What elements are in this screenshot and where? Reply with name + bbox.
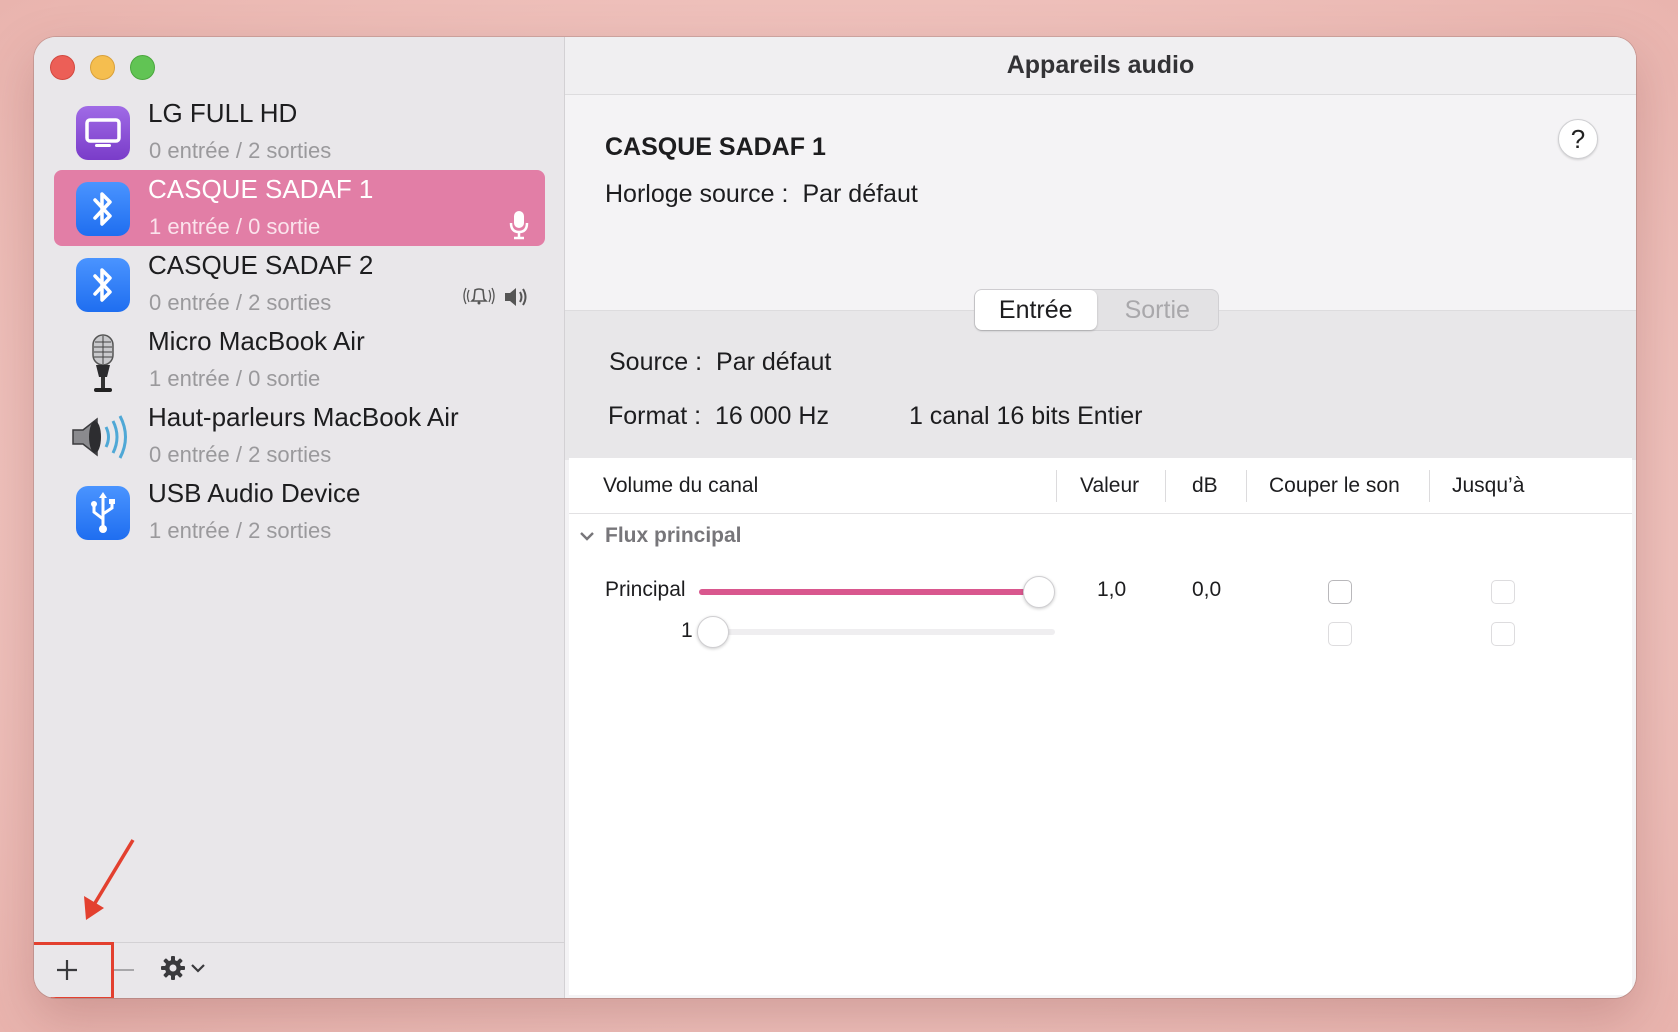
help-button[interactable]: ? xyxy=(1558,119,1598,159)
clock-source-row: Horloge source : Par défaut xyxy=(605,180,918,209)
window-title: Appareils audio xyxy=(565,37,1636,95)
device-io: 1 entrée / 0 sortie xyxy=(149,214,321,239)
volume-slider-fill xyxy=(699,589,1034,595)
device-io: 0 entrée / 2 sorties xyxy=(149,442,332,467)
mute-checkbox[interactable] xyxy=(1328,622,1352,646)
column-db[interactable]: dB xyxy=(1192,474,1218,498)
device-item-usb-audio-device[interactable]: USB Audio Device 1 entrée / 2 sorties xyxy=(54,474,545,550)
column-divider xyxy=(1429,470,1430,502)
table-header: Volume du canal Valeur dB Couper le son … xyxy=(569,458,1632,514)
volume-slider[interactable] xyxy=(699,576,1055,608)
format-rate-select[interactable]: 16 000 Hz xyxy=(715,402,829,430)
channel-label: Principal xyxy=(605,578,686,601)
format-row: Format : 16 000 Hz 1 canal 16 bits Entier xyxy=(608,402,1142,431)
microphone-icon xyxy=(76,334,130,392)
column-jusqua[interactable]: Jusqu’à xyxy=(1452,474,1524,498)
column-valeur[interactable]: Valeur xyxy=(1080,474,1139,498)
device-list: LG FULL HD 0 entrée / 2 sorties CASQUE S… xyxy=(54,94,545,550)
column-divider xyxy=(1056,470,1057,502)
action-menu-button[interactable] xyxy=(160,953,210,987)
device-io: 1 entrée / 2 sorties xyxy=(149,518,332,543)
chevron-down-icon xyxy=(190,961,206,979)
column-divider xyxy=(1165,470,1166,502)
display-icon xyxy=(76,106,130,160)
zoom-button[interactable] xyxy=(130,55,155,80)
clock-source-label: Horloge source : xyxy=(605,180,789,208)
audio-devices-window: LG FULL HD 0 entrée / 2 sorties CASQUE S… xyxy=(34,37,1636,998)
window-controls xyxy=(50,55,155,80)
sidebar: LG FULL HD 0 entrée / 2 sorties CASQUE S… xyxy=(34,37,565,998)
device-item-casque-sadaf-1[interactable]: CASQUE SADAF 1 1 entrée / 0 sortie xyxy=(54,170,545,246)
volume-slider-knob[interactable] xyxy=(1023,576,1055,608)
device-io: 0 entrée / 2 sorties xyxy=(149,290,332,315)
device-detail-pane: Appareils audio CASQUE SADAF 1 Horloge s… xyxy=(565,37,1636,998)
bluetooth-icon xyxy=(76,258,130,312)
device-io: 1 entrée / 0 sortie xyxy=(149,366,321,391)
tab-entree[interactable]: Entrée xyxy=(975,290,1097,330)
alert-speaker-icon xyxy=(463,286,529,308)
device-name: CASQUE SADAF 2 xyxy=(148,250,374,280)
io-panel xyxy=(565,310,1636,460)
format-detail-select[interactable]: 1 canal 16 bits Entier xyxy=(909,402,1142,430)
tab-sortie[interactable]: Sortie xyxy=(1097,290,1219,330)
thru-checkbox[interactable] xyxy=(1491,622,1515,646)
clock-source-value[interactable]: Par défaut xyxy=(802,180,917,208)
mute-checkbox[interactable] xyxy=(1328,580,1352,604)
column-couper-le-son[interactable]: Couper le son xyxy=(1269,474,1400,498)
remove-device-button[interactable] xyxy=(112,955,136,985)
column-volume[interactable]: Volume du canal xyxy=(603,474,758,498)
device-name: USB Audio Device xyxy=(148,478,361,508)
usb-icon xyxy=(76,486,130,540)
io-segmented-control: Entrée Sortie xyxy=(974,289,1219,331)
add-device-button[interactable] xyxy=(52,955,82,985)
source-value[interactable]: Par défaut xyxy=(716,348,831,376)
sidebar-toolbar xyxy=(34,942,564,998)
minimize-button[interactable] xyxy=(90,55,115,80)
channel-db: 0,0 xyxy=(1192,578,1222,601)
device-name: CASQUE SADAF 1 xyxy=(148,174,374,204)
device-item-micro-macbook-air[interactable]: Micro MacBook Air 1 entrée / 0 sortie xyxy=(54,322,545,398)
device-name: LG FULL HD xyxy=(148,98,298,128)
source-label: Source : xyxy=(609,348,703,376)
column-divider xyxy=(1246,470,1247,502)
thru-checkbox[interactable] xyxy=(1491,580,1515,604)
device-item-lg-full-hd[interactable]: LG FULL HD 0 entrée / 2 sorties xyxy=(54,94,545,170)
device-io: 0 entrée / 2 sorties xyxy=(149,138,332,163)
bluetooth-icon xyxy=(76,182,130,236)
volume-slider[interactable] xyxy=(697,616,1055,648)
device-name: Haut-parleurs MacBook Air xyxy=(148,402,459,432)
channel-label: 1 xyxy=(681,619,693,642)
device-item-haut-parleurs-macbook-air[interactable]: Haut-parleurs MacBook Air 0 entrée / 2 s… xyxy=(54,398,545,474)
microphone-icon xyxy=(509,210,529,245)
device-title: CASQUE SADAF 1 xyxy=(605,133,826,161)
source-row: Source : Par défaut xyxy=(609,348,831,377)
close-button[interactable] xyxy=(50,55,75,80)
volume-slider-knob[interactable] xyxy=(697,616,729,648)
format-label: Format : xyxy=(608,402,702,430)
device-item-casque-sadaf-2[interactable]: CASQUE SADAF 2 0 entrée / 2 sorties xyxy=(54,246,545,322)
speaker-icon xyxy=(70,410,134,464)
device-name: Micro MacBook Air xyxy=(148,326,365,356)
group-label: Flux principal xyxy=(605,524,742,547)
channel-value: 1,0 xyxy=(1097,578,1127,601)
channel-volume-table: Volume du canal Valeur dB Couper le son … xyxy=(569,458,1632,995)
group-flux-principal[interactable]: Flux principal xyxy=(579,524,742,548)
gear-icon xyxy=(160,955,186,986)
chevron-down-icon xyxy=(579,524,595,548)
